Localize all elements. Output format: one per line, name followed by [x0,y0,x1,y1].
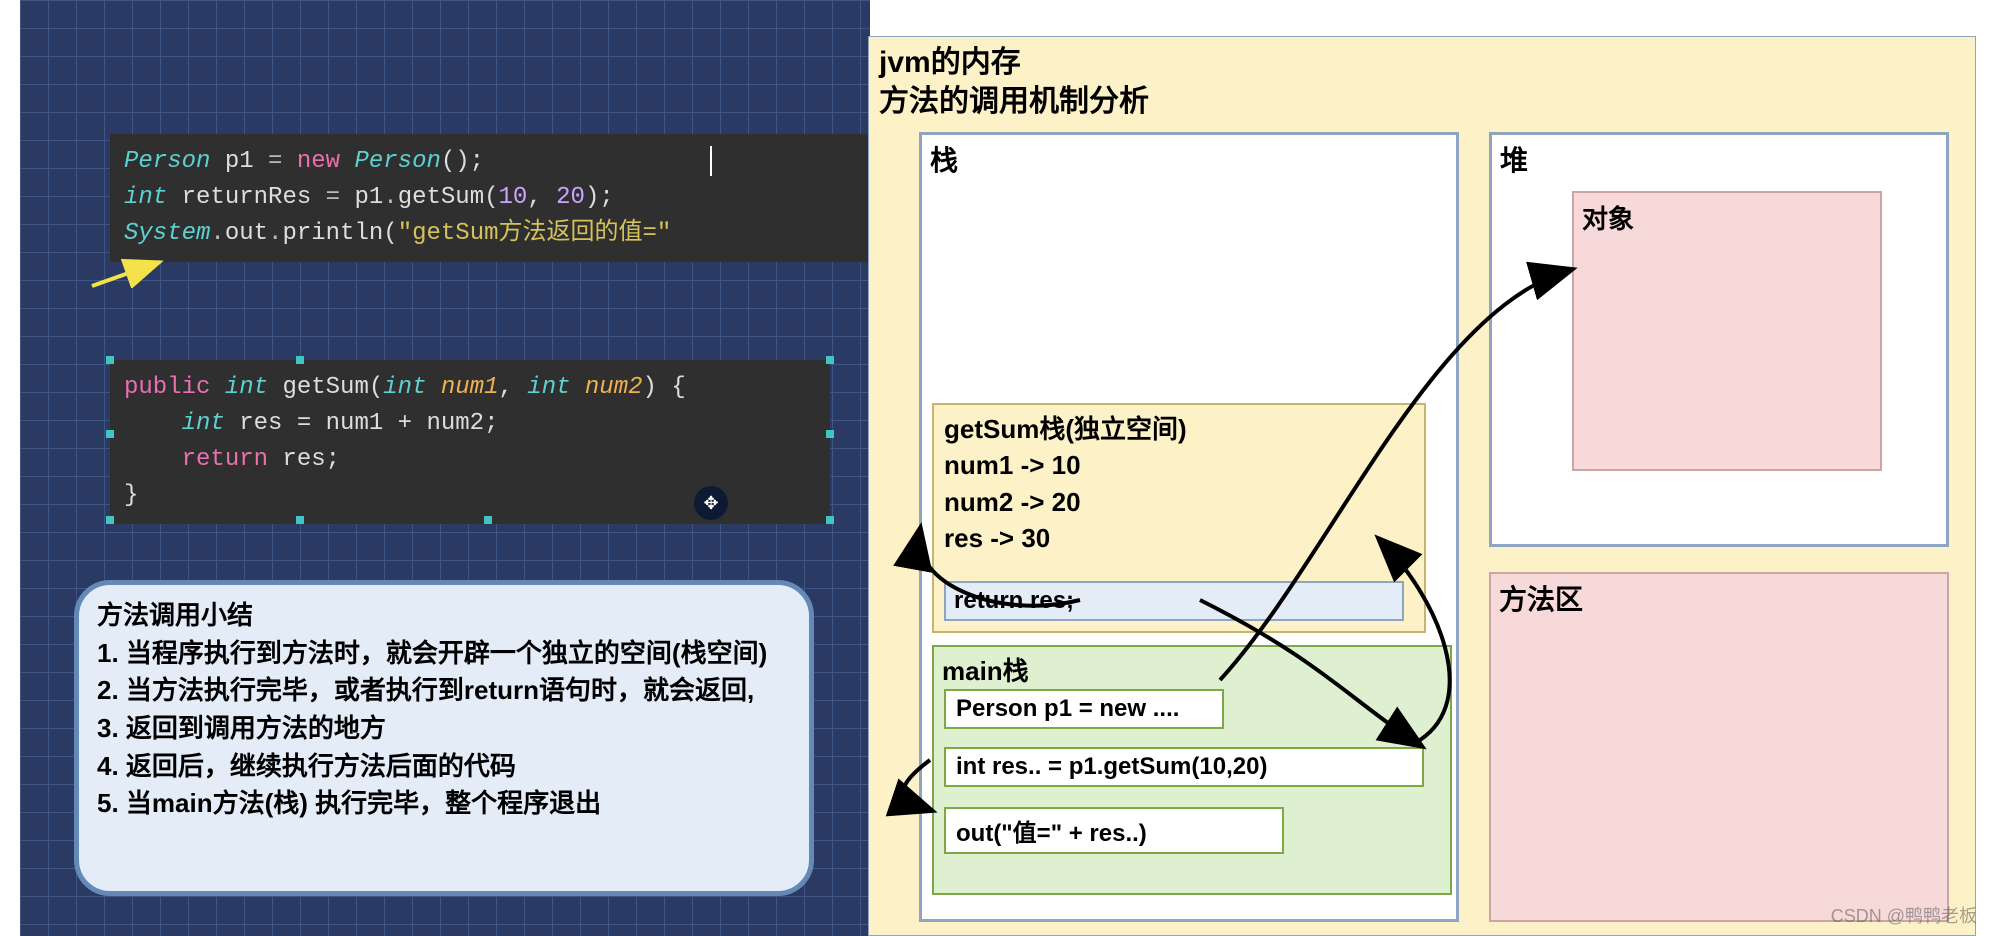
summary-item-3: 3. 返回到调用方法的地方 [97,713,386,743]
selection-handle[interactable] [106,516,114,524]
selection-handle[interactable] [826,430,834,438]
summary-item-1: 1. 当程序执行到方法时，就会开辟一个独立的空间(栈空间) [97,638,767,668]
heap-object-box: 对象 [1572,191,1882,471]
main-stmt-3: out("值=" + res..) [944,807,1284,854]
jvm-panel-title: jvm的内存 方法的调用机制分析 [879,43,1149,121]
selection-handle[interactable] [826,356,834,364]
summary-item-2: 2. 当方法执行完毕，或者执行到return语句时，就会返回, [97,675,754,705]
summary-callout: 方法调用小结 1. 当程序执行到方法时，就会开辟一个独立的空间(栈空间) 2. … [74,580,814,896]
watermark-text: CSDN @鸭鸭老板 [1831,902,1977,928]
selection-handle[interactable] [826,516,834,524]
jvm-memory-panel: jvm的内存 方法的调用机制分析 栈 getSum栈(独立空间) num1 ->… [868,36,1976,936]
heap-title: 堆 [1500,139,1528,179]
return-statement-box: return res; [944,581,1404,621]
main-frame-title: main栈 [942,651,1029,688]
getsum-stack-frame: getSum栈(独立空间) num1 -> 10 num2 -> 20 res … [932,403,1426,633]
main-stack-frame: main栈 Person p1 = new .... int res.. = p… [932,645,1452,895]
selection-handle[interactable] [106,430,114,438]
code-snippet-main: Person p1 = new Person(); int returnRes … [110,134,900,262]
summary-title: 方法调用小结 [97,600,253,630]
main-stmt-1: Person p1 = new .... [944,689,1224,729]
selection-handle[interactable] [484,516,492,524]
stack-title: 栈 [930,139,958,179]
arrow-yellow-icon [90,258,170,288]
selection-handle[interactable] [106,356,114,364]
token-type: Person [124,148,210,175]
object-title: 对象 [1582,199,1634,236]
heap-panel: 堆 对象 [1489,132,1949,547]
selection-handle[interactable] [296,356,304,364]
selection-handle[interactable] [296,516,304,524]
stack-panel: 栈 getSum栈(独立空间) num1 -> 10 num2 -> 20 re… [919,132,1459,922]
getsum-frame-lines: getSum栈(独立空间) num1 -> 10 num2 -> 20 res … [944,411,1187,557]
method-area-title: 方法区 [1499,578,1583,618]
summary-item-4: 4. 返回后，继续执行方法后面的代码 [97,751,516,781]
summary-item-5: 5. 当main方法(栈) 执行完毕，整个程序退出 [97,788,601,818]
method-area-panel: 方法区 [1489,572,1949,922]
text-caret [710,146,712,176]
move-handle-icon[interactable]: ✥ [694,486,728,520]
main-stmt-2: int res.. = p1.getSum(10,20) [944,747,1424,787]
